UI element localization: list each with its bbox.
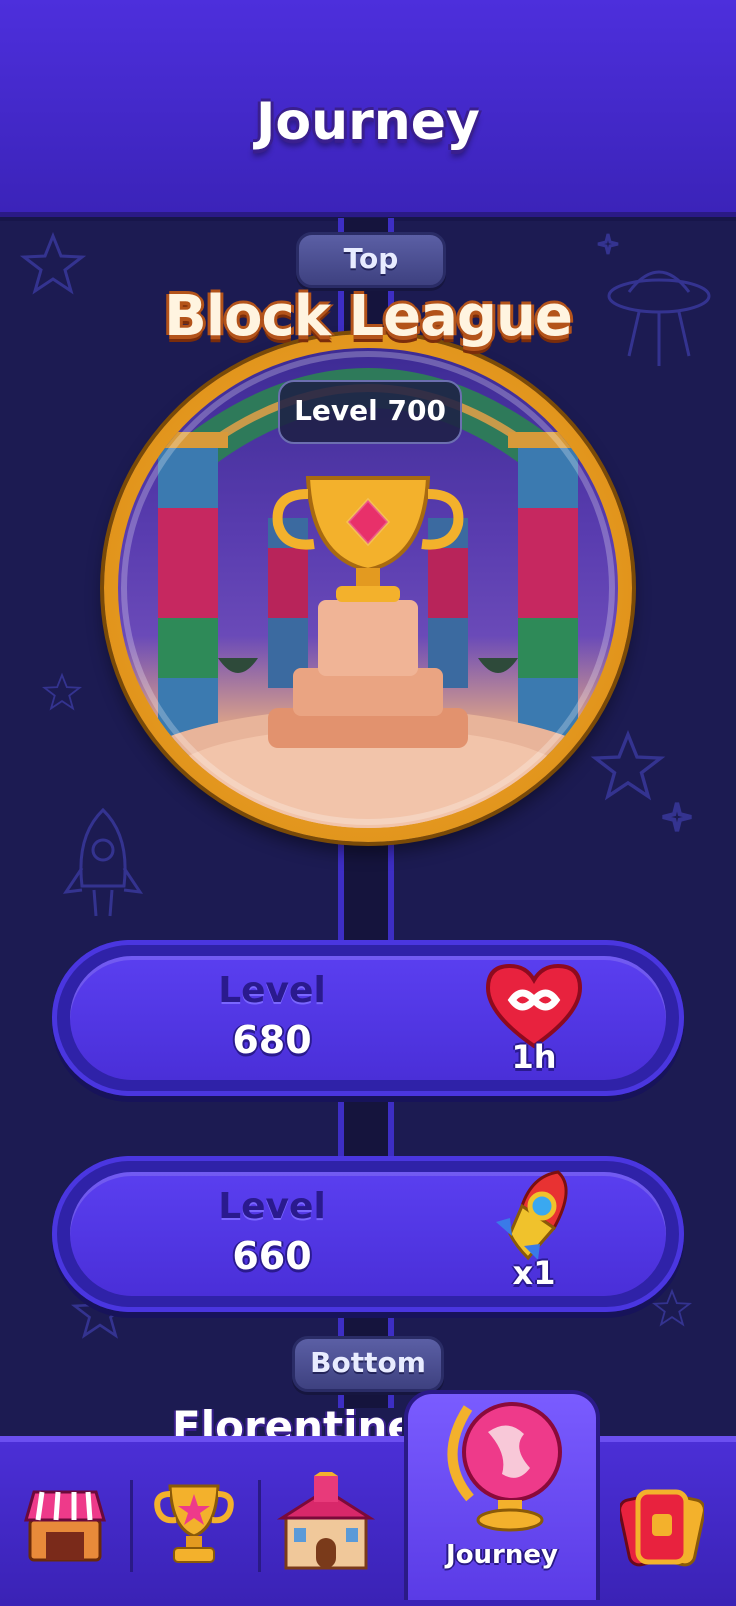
- top-label: Top: [296, 232, 446, 288]
- league-level-tag: Level 700: [278, 380, 462, 444]
- next-league-title: Florentine: [172, 1402, 402, 1438]
- bottom-label: Bottom: [292, 1336, 444, 1392]
- reward-duration: 1h: [511, 1038, 557, 1076]
- level-number: 660: [232, 1234, 312, 1278]
- level-card-660[interactable]: Level 660 x1: [52, 1156, 684, 1312]
- trophy-icon[interactable]: [152, 1480, 236, 1570]
- header-bar: Journey: [0, 0, 736, 217]
- reward-count: x1: [512, 1254, 556, 1292]
- castle-icon[interactable]: [276, 1472, 376, 1572]
- bottom-nav: [0, 1436, 736, 1606]
- level-number: 680: [232, 1018, 312, 1062]
- rocket-icon: [496, 1170, 568, 1261]
- level-card-680[interactable]: Level 680 1h: [52, 940, 684, 1096]
- nav-tab-journey[interactable]: Journey: [404, 1390, 600, 1600]
- sparkle-decoration-icon: [597, 233, 619, 255]
- rocket-decoration-icon: [62, 807, 144, 917]
- globe-icon: [447, 1402, 562, 1532]
- infinite-heart-icon: [485, 963, 583, 1049]
- sparkle-decoration-icon: [662, 802, 692, 832]
- level-word: Level: [218, 1186, 326, 1227]
- level-word: Level: [218, 970, 326, 1011]
- league-title: Block League: [164, 284, 573, 349]
- star-decoration-icon: [590, 730, 666, 801]
- star-decoration-icon: [42, 672, 82, 711]
- shop-icon[interactable]: [22, 1484, 108, 1564]
- page-title: Journey: [256, 92, 480, 152]
- cards-icon[interactable]: [620, 1484, 704, 1570]
- star-decoration-icon: [652, 1288, 692, 1327]
- nav-tab-journey-label: Journey: [446, 1540, 558, 1570]
